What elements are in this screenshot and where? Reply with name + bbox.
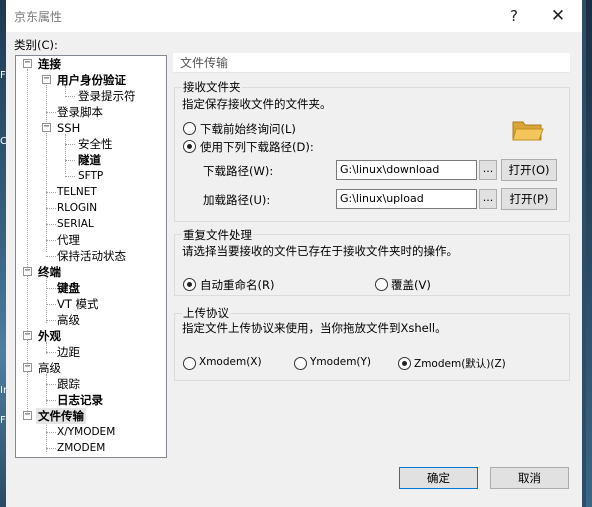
ymodem-radio[interactable] — [294, 357, 307, 370]
tree-line — [46, 320, 56, 321]
tree-item-sftp[interactable]: SFTP — [78, 168, 103, 184]
duplicate-handling-title: 重复文件处理 — [182, 227, 253, 243]
tree-item-rlogin[interactable]: RLOGIN — [57, 200, 97, 216]
tree-item-serial[interactable]: SERIAL — [57, 216, 94, 232]
category-label: 类别(C): — [14, 38, 58, 52]
xmodem-label[interactable]: Xmodem(X) — [199, 356, 262, 368]
download-path-input[interactable]: G:\linux\download — [336, 160, 477, 180]
desktop-right-edge — [586, 0, 592, 507]
title-bar[interactable]: 京东属性 ? ✕ — [6, 0, 582, 32]
browse-download-button[interactable]: ... — [479, 160, 497, 180]
tree-item-terminal[interactable]: 终端 — [38, 264, 61, 280]
collapse-toggle[interactable]: − — [23, 58, 32, 68]
receive-folder-description: 指定保存接收文件的文件夹。 — [182, 97, 332, 111]
tree-line — [46, 400, 56, 401]
tree-line — [46, 288, 56, 289]
help-button[interactable]: ? — [492, 0, 536, 32]
tree-line — [46, 240, 56, 241]
overwrite-radio[interactable] — [375, 278, 388, 291]
zmodem-radio[interactable] — [398, 357, 411, 370]
collapse-toggle[interactable]: − — [23, 362, 32, 372]
tree-line — [46, 448, 56, 449]
auto-rename-radio[interactable] — [183, 278, 196, 291]
xmodem-radio[interactable] — [183, 357, 196, 370]
tree-item-login-script[interactable]: 登录脚本 — [57, 104, 103, 120]
tree-line — [46, 352, 56, 353]
use-download-path-radio[interactable] — [183, 140, 196, 153]
tree-line — [46, 432, 56, 433]
tree-line — [46, 304, 56, 305]
tree-line — [46, 112, 56, 113]
tree-item-proxy[interactable]: 代理 — [57, 232, 80, 248]
tree-item-vt-mode[interactable]: VT 模式 — [57, 296, 99, 312]
tree-item-login-prompts[interactable]: 登录提示符 — [78, 88, 136, 104]
tree-line — [46, 208, 56, 209]
duplicate-handling-description: 请选择当要接收的文件已存在于接收文件夹时的操作。 — [182, 244, 458, 258]
collapse-toggle[interactable]: − — [23, 266, 32, 276]
tree-item-authentication[interactable]: 用户身份验证 — [57, 72, 126, 88]
tree-item-zmodem[interactable]: ZMODEM — [57, 440, 105, 456]
close-button[interactable]: ✕ — [536, 0, 580, 32]
tree-item-tunneling[interactable]: 隧道 — [78, 152, 101, 168]
download-path-label: 下载路径(W): — [203, 164, 274, 178]
zmodem-label[interactable]: Zmodem(默认)(Z) — [414, 356, 506, 371]
cancel-button[interactable]: 取消 — [490, 467, 569, 489]
tree-item-appearance[interactable]: 外观 — [38, 328, 61, 344]
category-tree[interactable]: − 连接 − 用户身份验证 登录提示符 登录脚本 − SSH 安全性 隧道 SF… — [15, 55, 167, 458]
use-download-path-label[interactable]: 使用下列下载路径(D): — [200, 139, 314, 155]
tree-item-telnet[interactable]: TELNET — [57, 184, 97, 200]
upload-protocol-description: 指定文件上传协议来使用，当你拖放文件到Xshell。 — [182, 321, 447, 335]
tree-item-xymodem[interactable]: X/YMODEM — [57, 424, 115, 440]
upload-protocol-title: 上传协议 — [182, 305, 230, 321]
tree-line — [65, 144, 75, 145]
collapse-toggle[interactable]: − — [42, 122, 51, 132]
ok-button[interactable]: 确定 — [399, 467, 478, 489]
tree-line — [46, 278, 47, 323]
tree-line — [46, 256, 56, 257]
tree-item-advanced[interactable]: 高级 — [38, 360, 61, 376]
tree-line — [46, 384, 56, 385]
browse-upload-button[interactable]: ... — [479, 189, 497, 209]
tree-line — [65, 134, 66, 174]
tree-item-trace[interactable]: 跟踪 — [57, 376, 80, 392]
tree-line — [65, 176, 75, 177]
tree-line — [46, 192, 56, 193]
tree-line — [46, 224, 56, 225]
overwrite-label[interactable]: 覆盖(V) — [391, 277, 431, 293]
tree-item-logging[interactable]: 日志记录 — [57, 392, 103, 408]
open-download-button[interactable]: 打开(O) — [501, 159, 557, 181]
folder-icon — [512, 121, 544, 141]
auto-rename-label[interactable]: 自动重命名(R) — [200, 277, 274, 293]
tree-line — [46, 82, 47, 252]
collapse-toggle[interactable]: − — [42, 74, 51, 84]
receive-folder-title: 接收文件夹 — [182, 79, 242, 95]
tree-item-keep-alive[interactable]: 保持活动状态 — [57, 248, 126, 264]
open-upload-button[interactable]: 打开(P) — [501, 188, 557, 210]
tree-item-file-transfer[interactable]: 文件传输 — [36, 408, 86, 424]
tree-line — [65, 160, 75, 161]
tree-item-margins[interactable]: 边距 — [57, 344, 80, 360]
ymodem-label[interactable]: Ymodem(Y) — [310, 356, 371, 368]
upload-path-input[interactable]: G:\linux\upload — [336, 189, 477, 209]
upload-path-label: 加载路径(U): — [203, 193, 271, 207]
tree-item-keyboard[interactable]: 键盘 — [57, 280, 80, 296]
window-title: 京东属性 — [14, 10, 63, 24]
tree-item-ssh[interactable]: SSH — [57, 120, 80, 136]
collapse-toggle[interactable]: − — [23, 410, 32, 420]
page-title: 文件传输 — [173, 53, 570, 73]
tree-item-security[interactable]: 安全性 — [78, 136, 113, 152]
tree-item-terminal-advanced[interactable]: 高级 — [57, 312, 80, 328]
collapse-toggle[interactable]: − — [23, 330, 32, 340]
tree-line — [65, 96, 75, 97]
ask-before-download-label[interactable]: 下载前始终询问(L) — [200, 121, 296, 137]
tree-item-connection[interactable]: 连接 — [38, 56, 61, 72]
ask-before-download-radio[interactable] — [183, 122, 196, 135]
